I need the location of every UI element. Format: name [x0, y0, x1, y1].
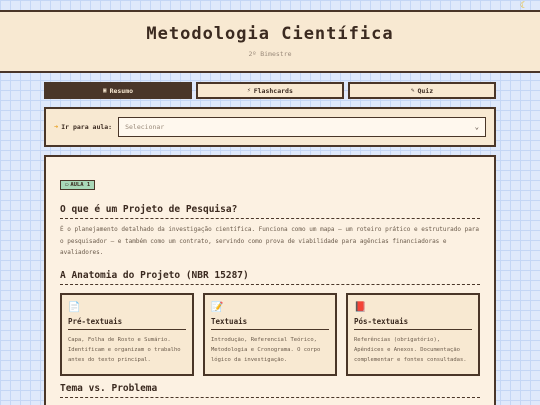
lesson-badge: ▭ AULA 1: [60, 180, 96, 190]
section-text: É o planejamento detalhado da investigaç…: [60, 226, 480, 256]
lesson-picker-label: ➜ Ir para aula:: [54, 123, 113, 131]
summary-content: ▭ AULA 1 O que é um Projeto de Pesquisa?…: [44, 155, 496, 405]
section-title: O que é um Projeto de Pesquisa?: [60, 204, 238, 215]
pencil-icon: ✎: [410, 87, 415, 94]
tab-bar: ▣ Resumo ⚡ Flashcards ✎ Quiz: [44, 82, 496, 100]
card-textuais: 📝 Textuais Introdução, Referencial Teóri…: [203, 292, 337, 376]
tab-label: Resumo: [109, 86, 134, 95]
moon-icon[interactable]: ☾: [520, 1, 530, 11]
card-title: Pré-textuais: [68, 317, 186, 330]
arrow-icon: ➜: [54, 123, 59, 131]
card-grid: 📄 Pré-textuais Capa, Folha de Rosto e Su…: [60, 292, 480, 376]
card-text: Referências (obrigatório), Apêndices e A…: [354, 336, 467, 363]
book-icon: 📕: [354, 301, 367, 313]
divider: [60, 396, 480, 398]
chevron-down-icon: ⌄: [474, 123, 479, 131]
card-text: Capa, Folha de Rosto e Sumário. Identifi…: [68, 336, 181, 363]
card-pre-textuais: 📄 Pré-textuais Capa, Folha de Rosto e Su…: [60, 292, 194, 376]
section-title: Tema vs. Problema: [60, 382, 158, 394]
tab-quiz[interactable]: ✎ Quiz: [348, 82, 496, 99]
page-subtitle: 2º Bimestre: [248, 50, 292, 58]
divider: [60, 218, 480, 219]
summary-icon: ▣: [102, 87, 107, 94]
tab-flashcards[interactable]: ⚡ Flashcards: [196, 82, 344, 99]
card-text: Introdução, Referencial Teórico, Metodol…: [211, 336, 321, 363]
document-icon: 📄: [68, 301, 81, 313]
tab-label: Quiz: [417, 86, 434, 95]
lesson-picker: ➜ Ir para aula: Selecionar ⌄: [44, 107, 496, 147]
page-title: Metodologia Científica: [146, 24, 394, 44]
card-title: Textuais: [211, 317, 329, 330]
label-icon: ▭: [65, 182, 69, 188]
lightning-icon: ⚡: [247, 87, 251, 94]
card-pos-textuais: 📕 Pós-textuais Referências (obrigatório)…: [346, 292, 480, 376]
divider: [60, 283, 480, 285]
app-header: Metodologia Científica 2º Bimestre: [0, 10, 540, 73]
lesson-select-value: Selecionar: [125, 123, 165, 131]
lesson-select[interactable]: Selecionar ⌄: [118, 117, 486, 137]
memo-icon: 📝: [211, 301, 224, 313]
card-title: Pós-textuais: [354, 317, 472, 330]
tab-label: Flashcards: [253, 86, 293, 95]
tab-resumo[interactable]: ▣ Resumo: [44, 82, 192, 99]
section-title: A Anatomia do Projeto (NBR 15287): [60, 269, 249, 281]
